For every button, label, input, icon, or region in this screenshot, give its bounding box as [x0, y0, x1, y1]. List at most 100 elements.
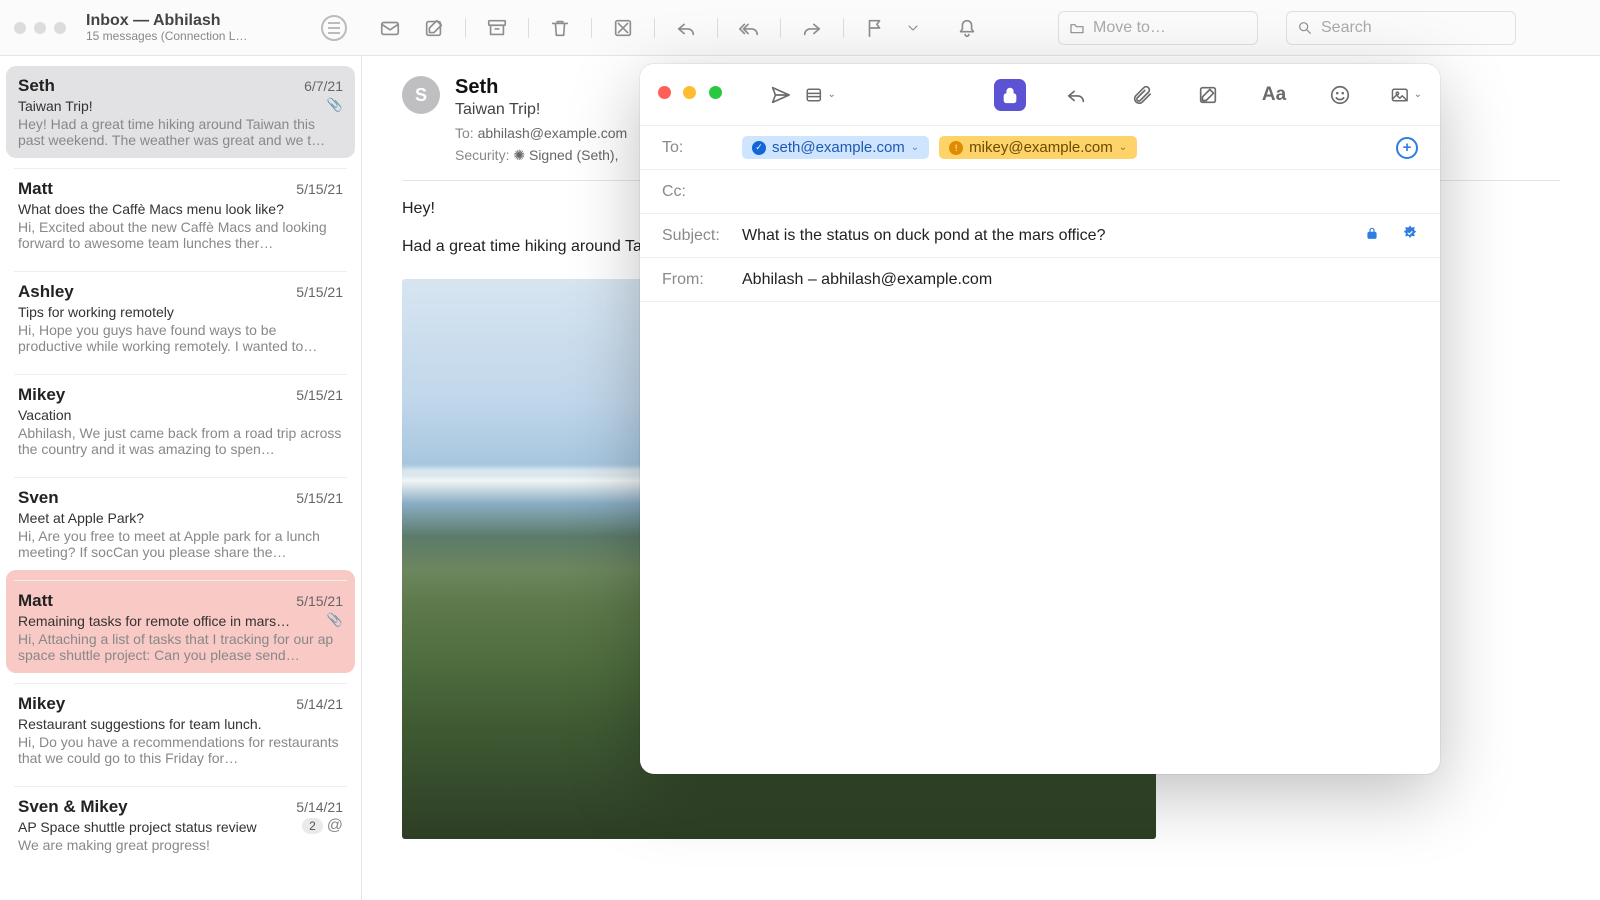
attachment-icon: 📎	[327, 97, 343, 113]
verified-badge-icon: ✓	[752, 141, 766, 155]
header-fields-icon[interactable]: ⌄	[804, 79, 836, 111]
chevron-down-icon: ⌄	[1119, 142, 1127, 153]
photo-browser-icon[interactable]: ⌄	[1390, 79, 1422, 111]
list-date: 5/14/21	[296, 799, 343, 815]
compose-cc-row[interactable]: Cc:	[640, 170, 1440, 214]
emoji-icon[interactable]	[1324, 79, 1356, 111]
message-list-item[interactable]: Mikey 5/15/21 Vacation Abhilash, We just ca…	[6, 364, 355, 467]
list-sender: Mikey	[18, 385, 65, 405]
compose-subject-label: Subject:	[662, 227, 732, 245]
recipient-token-warning[interactable]: ! mikey@example.com ⌄	[939, 136, 1137, 159]
search-icon	[1297, 20, 1313, 36]
new-message-icon[interactable]	[377, 15, 403, 41]
signed-badge-icon: ✺	[513, 147, 525, 163]
list-sender: Matt	[18, 591, 53, 611]
list-sender: Matt	[18, 179, 53, 199]
message-list-item[interactable]: Matt 5/15/21 Remaining tasks for remote of…	[6, 570, 355, 673]
subject-signed-icon[interactable]	[1402, 225, 1418, 246]
junk-icon[interactable]	[610, 15, 636, 41]
compose-to-row[interactable]: To: ✓ seth@example.com ⌄ ! mikey@example…	[640, 126, 1440, 170]
list-subject: Meet at Apple Park?	[18, 510, 343, 526]
list-subject: Tips for working remotely	[18, 304, 343, 320]
compose-from-value: Abhilash – abhilash@example.com	[742, 271, 992, 289]
message-list-item[interactable]: Matt 5/15/21 What does the Caffè Macs menu…	[6, 158, 355, 261]
list-preview: Hi, Attaching a list of tasks that I tra…	[18, 631, 343, 663]
window-subtitle: 15 messages (Connection L…	[86, 30, 311, 43]
format-icon[interactable]: Aa	[1258, 79, 1290, 111]
reader-security-value: Signed (Seth),	[529, 147, 619, 163]
trash-icon[interactable]	[547, 15, 573, 41]
reply-icon[interactable]	[673, 15, 699, 41]
compose-body-editor[interactable]	[640, 302, 1440, 774]
list-subject: What does the Caffè Macs menu look like?	[18, 201, 343, 217]
zoom-window-button[interactable]	[54, 22, 66, 34]
mention-icon: @	[327, 817, 343, 835]
reply-all-icon[interactable]	[736, 15, 762, 41]
search-placeholder: Search	[1321, 19, 1372, 37]
flag-menu-chevron-icon[interactable]	[900, 15, 926, 41]
attach-icon[interactable]	[1126, 79, 1158, 111]
markup-icon[interactable]	[1192, 79, 1224, 111]
reader-sender: Seth	[455, 76, 627, 99]
compose-icon[interactable]	[421, 15, 447, 41]
recipient-email: mikey@example.com	[969, 139, 1113, 156]
list-date: 5/15/21	[296, 181, 343, 197]
compose-subject-value: What is the status on duck pond at the m…	[742, 227, 1105, 245]
filter-button[interactable]	[321, 15, 347, 41]
encryption-lock-icon[interactable]	[994, 79, 1026, 111]
list-preview: Abhilash, We just came back from a road …	[18, 425, 343, 457]
list-date: 5/15/21	[296, 284, 343, 300]
subject-encryption-icon[interactable]	[1364, 225, 1380, 246]
compose-window-controls	[658, 86, 730, 104]
recipient-token-verified[interactable]: ✓ seth@example.com ⌄	[742, 136, 929, 159]
titlebar: Inbox — Abhilash 15 messages (Connection…	[0, 0, 1600, 56]
reader-to-label: To:	[455, 125, 474, 141]
minimize-window-button[interactable]	[34, 22, 46, 34]
list-sender: Seth	[18, 76, 55, 96]
list-preview: Hi, Hope you guys have found ways to be …	[18, 322, 343, 354]
list-subject: AP Space shuttle project status review	[18, 819, 296, 835]
flag-icon[interactable]	[862, 15, 888, 41]
list-date: 5/15/21	[296, 387, 343, 403]
reader-to-value: abhilash@example.com	[478, 125, 628, 141]
compose-zoom-button[interactable]	[709, 86, 722, 99]
search-field[interactable]: Search	[1286, 11, 1516, 45]
mute-icon[interactable]	[954, 15, 980, 41]
list-subject: Taiwan Trip!	[18, 98, 321, 114]
list-date: 5/15/21	[296, 490, 343, 506]
chevron-down-icon: ⌄	[911, 142, 919, 153]
archive-icon[interactable]	[484, 15, 510, 41]
list-preview: Hey! Had a great time hiking around Taiw…	[18, 116, 343, 148]
list-sender: Sven & Mikey	[18, 797, 128, 817]
list-sender: Mikey	[18, 694, 65, 714]
compose-minimize-button[interactable]	[683, 86, 696, 99]
message-list[interactable]: Seth 6/7/21 Taiwan Trip! 📎 Hey! Had a great …	[0, 56, 362, 900]
window-title: Inbox — Abhilash	[86, 12, 311, 30]
add-recipient-button[interactable]: +	[1396, 137, 1418, 159]
forward-icon[interactable]	[799, 15, 825, 41]
list-date: 6/7/21	[304, 78, 343, 94]
main-toolbar: Move to… Search	[377, 11, 1516, 45]
compose-subject-row[interactable]: Subject: What is the status on duck pond…	[640, 214, 1440, 258]
move-to-field[interactable]: Move to…	[1058, 11, 1258, 45]
compose-from-label: From:	[662, 271, 732, 289]
compose-close-button[interactable]	[658, 86, 671, 99]
close-window-button[interactable]	[14, 22, 26, 34]
message-list-item[interactable]: Sven5/15/21Meet at Apple Park?Hi, Are yo…	[6, 467, 355, 570]
attachment-icon: 📎	[327, 612, 343, 628]
list-date: 5/15/21	[296, 593, 343, 609]
list-subject: Remaining tasks for remote office in mar…	[18, 613, 321, 629]
compose-from-row[interactable]: From: Abhilash – abhilash@example.com	[640, 258, 1440, 302]
message-list-item[interactable]: Mikey5/14/21Restaurant suggestions for t…	[6, 673, 355, 776]
compose-reply-icon[interactable]	[1060, 79, 1092, 111]
list-subject: Vacation	[18, 407, 343, 423]
reader-security-label: Security:	[455, 147, 509, 163]
message-list-item[interactable]: Seth 6/7/21 Taiwan Trip! 📎 Hey! Had a great …	[6, 66, 355, 158]
list-preview: Hi, Excited about the new Caffè Macs and…	[18, 219, 343, 251]
send-icon[interactable]	[764, 79, 796, 111]
message-list-item[interactable]: Sven & Mikey 5/14/21AP Space shuttle proj…	[6, 776, 355, 863]
list-sender: Ashley	[18, 282, 74, 302]
warning-badge-icon: !	[949, 141, 963, 155]
message-list-item[interactable]: Ashley 5/15/21 Tips for working remotely Hi…	[6, 261, 355, 364]
window-controls	[14, 22, 66, 34]
